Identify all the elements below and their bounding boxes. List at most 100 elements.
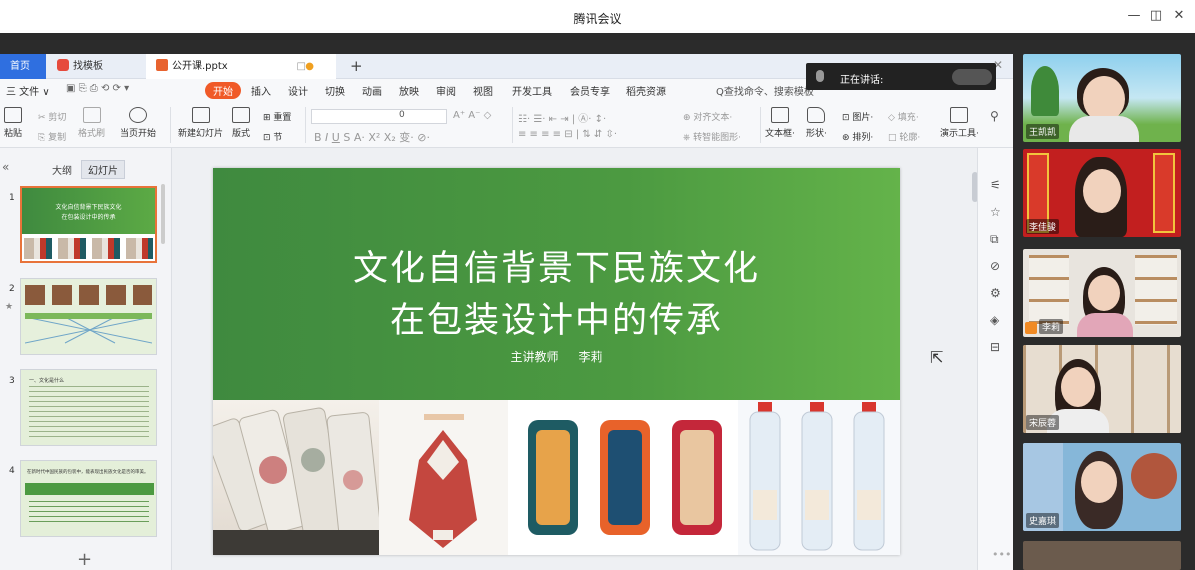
copy-icon[interactable]: ⧉ (990, 232, 999, 247)
layout-button[interactable]: 版式 (232, 107, 250, 139)
tree-decoration (1031, 66, 1059, 116)
participant-tile[interactable]: 宋辰蓉 (1023, 345, 1181, 433)
bookshelf-right (1135, 255, 1177, 325)
slide-panel: « 大纲 幻灯片 1 文化自信背景下民族文化 在包装设计中的传承 2 ★ 3 一… (0, 148, 172, 570)
menu-design[interactable]: 设计 (288, 83, 308, 98)
menu-animation[interactable]: 动画 (362, 83, 382, 98)
participant-tile[interactable]: 李莉 (1023, 249, 1181, 337)
participant-tile[interactable]: 王凯凯 (1023, 54, 1181, 142)
add-slide-button[interactable]: + (77, 549, 92, 570)
picture-button[interactable]: ⊡ 图片· (842, 110, 873, 123)
align-text-button[interactable]: ⊕ 对齐文本· (683, 110, 732, 123)
new-slide-label: 新建幻灯片 (178, 129, 224, 139)
cut-label: 剪切 (48, 113, 67, 123)
from-current-label: 当页开始 (120, 129, 157, 139)
maximize-button[interactable]: ◫ (1146, 8, 1166, 23)
menu-view[interactable]: 视图 (473, 83, 493, 98)
menu-file[interactable]: 三 文件 ∨ (6, 83, 50, 98)
outline-button[interactable]: □ 轮廓· (888, 130, 920, 143)
menu-member[interactable]: 会员专享 (570, 83, 610, 98)
tab-outline[interactable]: 大纲 (52, 162, 72, 177)
slide-number: 1 (9, 193, 15, 203)
tab-home[interactable]: 首页 (0, 54, 46, 79)
help-icon[interactable]: ⊘ (990, 259, 1000, 273)
smart-shape-label: 转智能图形 (693, 133, 739, 143)
from-current-button[interactable]: 当页开始 (120, 107, 156, 139)
font-size-select[interactable]: 0 (395, 110, 447, 120)
section-button[interactable]: ⊡ 节 (263, 130, 282, 143)
participant-name: 宋辰蓉 (1026, 415, 1060, 430)
microphone-icon (816, 70, 824, 82)
menu-transition[interactable]: 切换 (325, 83, 345, 98)
copy-button[interactable]: ⎘ 复制 (38, 130, 66, 143)
participant-tile[interactable]: 史嘉琪 (1023, 443, 1181, 531)
tab-document-label: 公开课.pptx (172, 61, 228, 72)
close-button[interactable]: ✕ (1169, 8, 1189, 23)
paste-button[interactable]: 粘贴 (4, 107, 22, 139)
couplet-right (1153, 153, 1175, 233)
thumb-title-2: 在包装设计中的传承 (61, 214, 116, 221)
command-search[interactable]: Q查找命令、搜索模板 (716, 83, 814, 98)
book-icon[interactable]: ⊟ (990, 340, 1000, 354)
new-slide-icon (191, 107, 210, 123)
reset-button[interactable]: ⊞ 重置 (263, 110, 291, 123)
gift-bag-image (409, 414, 477, 548)
more-options-icon[interactable]: ••• (992, 548, 1011, 561)
slide-thumbnail-3[interactable]: 一、文化是什么 (20, 369, 157, 446)
water-bottles-image (749, 402, 885, 551)
paste-icon (4, 107, 22, 123)
menu-slideshow[interactable]: 放映 (399, 83, 419, 98)
participant-body (1069, 116, 1139, 142)
participant-name: 王凯凯 (1026, 124, 1060, 139)
host-icon (1025, 322, 1037, 334)
speaking-indicator: 正在讲话: (806, 63, 996, 90)
new-slide-button[interactable]: 新建幻灯片 (178, 107, 223, 139)
quick-access-icons[interactable]: ▣ ⎘ ⎙ ⟲ ⟳ ▾ (66, 83, 129, 94)
slide-title-line1[interactable]: 文化自信背景下民族文化 (213, 240, 900, 291)
location-icon[interactable]: ◈ (990, 313, 999, 327)
menu-insert[interactable]: 插入 (251, 83, 271, 98)
slide-title-line2[interactable]: 在包装设计中的传承 (213, 292, 900, 343)
present-tools-button[interactable]: 演示工具· (940, 107, 979, 139)
panel-scrollbar[interactable] (161, 184, 165, 244)
font-size-tools[interactable]: A⁺ A⁻ ◇ (453, 110, 491, 121)
settings-icon[interactable]: ⚙ (990, 286, 1001, 300)
align-tools[interactable]: ≡ ≡ ≡ ≡ ⊟ | ⇅ ⇵ ⇳· (518, 129, 617, 140)
menu-start[interactable]: 开始 (205, 82, 241, 99)
slide-presenter[interactable]: 主讲教师 李莉 (213, 348, 900, 365)
side-tool-column: ⚟ ☆ ⧉ ⊘ ⚙ ◈ ⊟ (977, 148, 1013, 570)
participant-tile[interactable]: 李佳骏 (1023, 149, 1181, 237)
list-tools[interactable]: ☷· ☰· ⇤ ⇥ | Ⓐ· ↕· (518, 110, 606, 125)
tab-slides[interactable]: 幻灯片 (81, 160, 125, 179)
menu-developer[interactable]: 开发工具 (512, 83, 552, 98)
slide-thumbnail-1[interactable]: 文化自信背景下民族文化 在包装设计中的传承 (20, 186, 157, 263)
textbox-button[interactable]: 文本框· (765, 107, 795, 139)
photo-water-bottles (738, 400, 900, 555)
format-painter-button[interactable]: 格式刷 (78, 107, 105, 139)
shape-button[interactable]: 形状· (806, 107, 827, 139)
text-format-tools[interactable]: B I U S A· X² X₂ 变· ⊘· (314, 129, 430, 145)
tab-document[interactable]: 公开课.pptx □ ● (146, 54, 336, 79)
current-slide[interactable]: 文化自信背景下民族文化 在包装设计中的传承 主讲教师 李莉 (213, 168, 900, 555)
minimize-button[interactable]: — (1124, 8, 1144, 23)
arrange-button[interactable]: ⊛ 排列· (842, 130, 873, 143)
align-text-label: 对齐文本 (693, 113, 730, 123)
tab-templates[interactable]: 找模板 (47, 54, 142, 79)
find-icon[interactable]: ⚲ (990, 109, 999, 123)
thumb-title-1: 文化自信背景下民族文化 (55, 204, 122, 211)
participant-tile[interactable] (1023, 541, 1181, 570)
fill-button[interactable]: ◇ 填充· (888, 110, 919, 123)
cut-button[interactable]: ✂ 剪切 (38, 110, 66, 123)
collapse-panel-icon[interactable]: « (2, 160, 9, 174)
slide-thumbnail-2[interactable] (20, 278, 157, 355)
slide-thumbnail-4[interactable]: 在新时代中国民族的包装中，能表现出民族文化是否的审美。 (20, 460, 157, 537)
participant-face (1081, 461, 1117, 503)
menu-docer[interactable]: 稻壳资源 (626, 83, 666, 98)
animation-star-icon[interactable]: ☆ (990, 205, 1001, 219)
smart-shape-button[interactable]: ⎈ 转智能图形· (683, 130, 741, 143)
menu-review[interactable]: 审阅 (436, 83, 456, 98)
adjust-icon[interactable]: ⚟ (990, 178, 1001, 192)
participant-face (1061, 367, 1095, 407)
new-tab-button[interactable]: + (340, 54, 363, 79)
brush-icon (82, 107, 101, 123)
